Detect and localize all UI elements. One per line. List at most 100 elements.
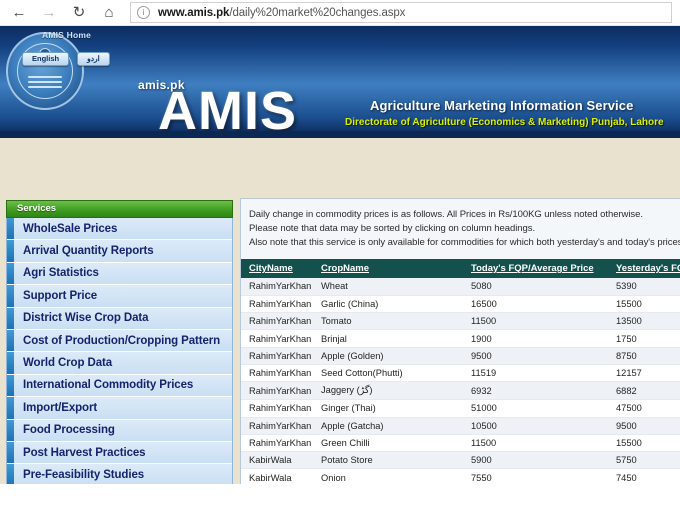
sidebar-item-pre-feasibility-studies[interactable]: Pre-Feasibility Studies [7,464,232,484]
sidebar-item-support-price[interactable]: Support Price [7,285,232,308]
table-row[interactable]: RahimYarKhan Brinjal 1900 1750 [241,329,680,348]
sidebar-item-label: Cost of Production/Cropping Pattern [23,334,221,347]
address-bar-text: www.amis.pk/daily%20market%20changes.asp… [158,7,405,19]
cell-crop: Seed Cotton(Phutti) [313,364,463,383]
sidebar-item-food-processing[interactable]: Food Processing [7,419,232,442]
sidebar-item-label: Agri Statistics [23,267,99,280]
refresh-icon[interactable]: ↻ [64,1,94,25]
cell-today-price: 5080 [463,278,608,296]
cell-yesterday-price: 13500 [608,312,680,331]
column-header-yesterdays-price-label: Yesterday's FQP/A [616,263,680,274]
sidebar-item-world-crop-data[interactable]: World Crop Data [7,352,232,375]
cell-crop: Garlic (China) [313,295,463,314]
main-content-panel: Daily change in commodity prices is as f… [240,198,680,484]
sidebar-item-label: Import/Export [23,401,98,414]
cell-crop: Wheat [313,278,463,296]
web-page: AMIS Home English اردو amis.pk AMIS Agri… [0,26,680,484]
sidebar-item-label: Support Price [23,289,98,302]
cell-city: RahimYarKhan [241,434,313,453]
cell-yesterday-price: 12157 [608,364,680,383]
cell-yesterday-price: 5390 [608,278,680,296]
table-row[interactable]: KabirWala Onion 7550 7450 [241,468,680,484]
cell-yesterday-price: 9500 [608,417,680,435]
sidebar-menu: WholeSale Prices Arrival Quantity Report… [6,218,233,484]
table-row[interactable]: RahimYarKhan Seed Cotton(Phutti) 11519 1215… [241,364,680,383]
amis-home-link[interactable]: AMIS Home [42,30,91,40]
sidebar-item-arrival-quantity-reports[interactable]: Arrival Quantity Reports [7,240,232,263]
language-urdu-button[interactable]: اردو [77,52,110,66]
sidebar-item-label: Post Harvest Practices [23,446,146,459]
daily-price-table: CityName CropName Today's FQP/Average Pr… [241,259,680,484]
cell-city: RahimYarKhan [241,329,313,348]
cell-yesterday-price: 6882 [608,381,680,401]
sidebar-item-import-export[interactable]: Import/Export [7,397,232,420]
cell-city: RahimYarKhan [241,347,313,365]
cell-city: RahimYarKhan [241,364,313,383]
cell-today-price: 16500 [463,295,608,314]
column-header-todays-price[interactable]: Today's FQP/Average Price [463,259,608,278]
sidebar-item-district-wise-crop-data[interactable]: District Wise Crop Data [7,307,232,330]
sidebar-item-label: Pre-Feasibility Studies [23,468,145,481]
cell-crop: Brinjal [313,329,463,348]
sidebar-item-international-commodity-prices[interactable]: International Commodity Prices [7,374,232,398]
cell-today-price: 11519 [463,364,608,383]
services-sidebar: Services WholeSale Prices Arrival Quanti… [6,200,233,484]
cell-city: RahimYarKhan [241,417,313,435]
cell-crop: Apple (Golden) [313,347,463,365]
forward-arrow-icon[interactable]: → [34,1,64,25]
column-header-cropname-label: CropName [321,263,370,274]
cell-yesterday-price: 8750 [608,347,680,365]
table-row[interactable]: RahimYarKhan Wheat 5080 5390 [241,278,680,296]
url-path: /daily%20market%20changes.aspx [229,6,406,19]
cell-today-price: 11500 [463,434,608,453]
site-tagline-primary: Agriculture Marketing Information Servic… [370,98,634,113]
cell-today-price: 9500 [463,347,608,365]
address-bar[interactable]: i www.amis.pk/daily%20market%20changes.a… [130,2,672,23]
logo-water-lines [28,76,62,94]
table-row[interactable]: RahimYarKhan Green Chilli 11500 15500 [241,434,680,453]
cell-city: RahimYarKhan [241,312,313,331]
note-line-3: Also note that this service is only avai… [249,237,680,248]
sidebar-item-post-harvest-practices[interactable]: Post Harvest Practices [7,441,232,465]
column-header-cityname[interactable]: CityName [241,259,313,278]
cell-city: RahimYarKhan [241,399,313,418]
cell-city: KabirWala [241,468,313,484]
price-table-wrapper: CityName CropName Today's FQP/Average Pr… [241,259,680,484]
cell-yesterday-price: 7450 [608,468,680,484]
sidebar-item-label: District Wise Crop Data [23,312,149,325]
sidebar-item-label: WholeSale Prices [23,222,118,235]
note-line-2: Please note that data may be sorted by c… [249,223,536,234]
table-row[interactable]: RahimYarKhan Tomato 11500 13500 [241,312,680,331]
cell-today-price: 5900 [463,451,608,470]
column-header-todays-price-label: Today's FQP/Average Price [471,263,594,274]
column-header-cropname[interactable]: CropName [313,259,463,278]
sidebar-item-cost-of-production[interactable]: Cost of Production/Cropping Pattern [7,329,232,353]
url-domain: www.amis.pk [158,6,230,19]
table-row[interactable]: RahimYarKhan Apple (Gatcha) 10500 9500 [241,417,680,435]
table-row[interactable]: RahimYarKhan Garlic (China) 16500 15500 [241,295,680,314]
sidebar-item-agri-statistics[interactable]: Agri Statistics [7,262,232,286]
cell-today-price: 6932 [463,381,608,401]
table-row[interactable]: RahimYarKhan Ginger (Thai) 51000 47500 [241,399,680,418]
language-switcher: English اردو [22,52,110,66]
cell-yesterday-price: 15500 [608,434,680,453]
site-tagline-secondary: Directorate of Agriculture (Economics & … [345,117,664,128]
back-arrow-icon[interactable]: ← [4,1,34,25]
sidebar-item-label: Arrival Quantity Reports [23,245,154,258]
table-row[interactable]: KabirWala Potato Store 5900 5750 [241,451,680,470]
cell-crop: Jaggery (گڑ) [313,381,463,401]
column-header-cityname-label: CityName [249,263,293,274]
language-english-button[interactable]: English [22,52,70,66]
amis-logo-icon[interactable] [6,32,84,110]
info-icon[interactable]: i [137,6,150,19]
cell-today-price: 1900 [463,329,608,348]
cell-today-price: 11500 [463,312,608,331]
table-row[interactable]: RahimYarKhan Jaggery (گڑ) 6932 6882 [241,381,680,401]
cell-city: RahimYarKhan [241,278,313,296]
home-icon[interactable]: ⌂ [94,1,124,25]
brand-title: AMIS [158,81,297,138]
cell-crop: Onion [313,468,463,484]
table-row[interactable]: RahimYarKhan Apple (Golden) 9500 8750 [241,347,680,365]
sidebar-item-wholesale-prices[interactable]: WholeSale Prices [7,218,232,241]
column-header-yesterdays-price[interactable]: Yesterday's FQP/A [608,259,680,278]
